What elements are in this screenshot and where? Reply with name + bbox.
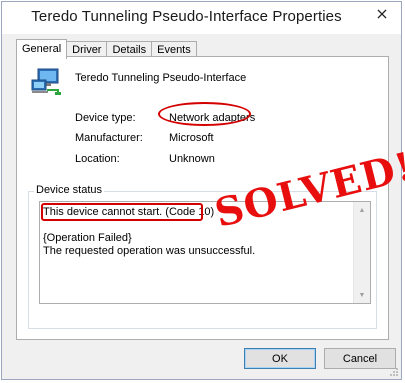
general-panel: Teredo Tunneling Pseudo-Interface Device… [16, 56, 405, 340]
manufacturer-value: Microsoft [169, 132, 214, 144]
properties-dialog: Teredo Tunneling Pseudo-Interface Proper… [1, 1, 405, 380]
tab-strip: General Driver Details Events [16, 39, 197, 59]
scroll-down-icon[interactable]: ▼ [354, 287, 370, 303]
device-status-label: Device status [34, 184, 105, 196]
device-name: Teredo Tunneling Pseudo-Interface [75, 72, 247, 84]
close-button[interactable] [369, 3, 395, 25]
ok-button[interactable]: OK [244, 348, 316, 369]
manufacturer-label: Manufacturer: [75, 132, 143, 144]
cancel-button[interactable]: Cancel [324, 348, 396, 369]
device-status-textbox[interactable]: This device cannot start. (Code 10) {Ope… [39, 201, 371, 304]
device-status-group: Device status This device cannot start. … [28, 184, 377, 329]
window-title: Teredo Tunneling Pseudo-Interface Proper… [31, 8, 342, 25]
device-type-value: Network adapters [169, 112, 256, 124]
title-bar: Teredo Tunneling Pseudo-Interface Proper… [2, 2, 401, 34]
status-line-error: This device cannot start. (Code 10) [43, 206, 215, 218]
status-line-message: The requested operation was unsuccessful… [43, 245, 256, 257]
close-icon [377, 9, 387, 19]
status-line-operation: {Operation Failed} [43, 232, 132, 244]
resize-grip-icon[interactable] [389, 367, 399, 377]
tab-general[interactable]: General [16, 39, 68, 59]
scroll-up-icon[interactable]: ▲ [354, 202, 370, 218]
device-type-label: Device type: [75, 112, 136, 124]
status-scrollbar[interactable]: ▲ ▼ [353, 202, 370, 303]
location-label: Location: [75, 153, 120, 165]
network-adapter-icon [31, 68, 61, 95]
location-value: Unknown [169, 153, 215, 165]
